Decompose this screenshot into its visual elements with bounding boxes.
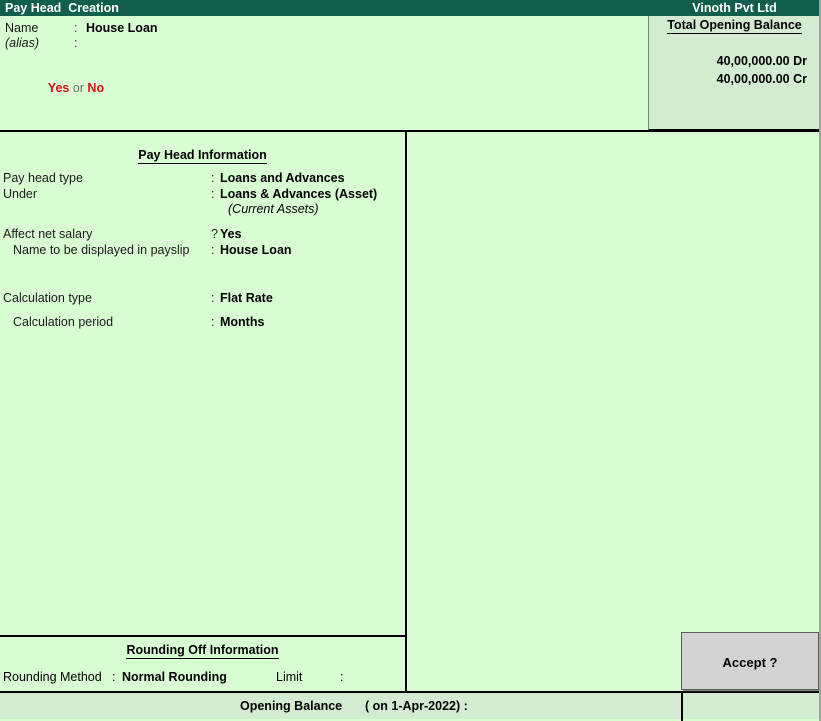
pay-head-type-value[interactable]: Loans and Advances <box>220 170 345 186</box>
payslip-name-label: Name to be displayed in payslip <box>13 243 190 257</box>
vertical-divider <box>405 132 407 692</box>
field-affect-net-salary[interactable]: Affect net salary ? Yes <box>0 226 405 242</box>
field-payslip-name[interactable]: Name to be displayed in payslip : House … <box>0 242 405 258</box>
title-bar: Pay Head Creation Vinoth Pvt Ltd <box>0 0 819 16</box>
name-label: Name <box>5 21 39 35</box>
rounding-divider <box>0 635 406 637</box>
under-subgroup-value: (Current Assets) <box>228 202 319 216</box>
affect-net-salary-value[interactable]: Yes <box>220 226 242 242</box>
calculation-type-separator: : <box>211 291 215 305</box>
payslip-name-separator: : <box>211 243 215 257</box>
calculation-period-value[interactable]: Months <box>220 314 264 330</box>
rounding-off-information-title: Rounding Off Information <box>0 643 405 659</box>
alias-label: (alias) <box>5 36 40 50</box>
total-opening-balance-title: Total Opening Balance <box>649 18 819 34</box>
payslip-name-value[interactable]: House Loan <box>220 242 292 258</box>
under-value[interactable]: Loans & Advances (Asset) <box>220 186 377 202</box>
header-divider <box>0 130 819 132</box>
field-calculation-type[interactable]: Calculation type : Flat Rate <box>0 290 405 306</box>
pay-head-information-title-text: Pay Head Information <box>138 148 267 164</box>
accept-dialog[interactable]: Accept ? <box>681 632 819 690</box>
total-opening-balance-credit: 40,00,000.00 Cr <box>716 72 807 86</box>
total-opening-balance-debit: 40,00,000.00 Dr <box>716 54 807 68</box>
field-calculation-period[interactable]: Calculation period : Months <box>0 314 405 330</box>
calculation-type-label: Calculation type <box>3 291 92 305</box>
affect-net-salary-label: Affect net salary <box>3 227 93 241</box>
tally-pay-head-creation-window: Pay Head Creation Vinoth Pvt Ltd Name : … <box>0 0 821 721</box>
pay-head-information-title: Pay Head Information <box>0 148 405 164</box>
rounding-method-label: Rounding Method <box>3 670 102 684</box>
field-under[interactable]: Under : Loans & Advances (Asset) <box>0 186 405 202</box>
field-under-subgroup: (Current Assets) <box>0 201 405 217</box>
accept-or-label: or <box>69 81 88 95</box>
calculation-type-value[interactable]: Flat Rate <box>220 290 273 306</box>
rounding-limit-separator: : <box>340 670 344 684</box>
name-input[interactable]: House Loan <box>86 21 158 35</box>
alias-separator: : <box>74 36 78 50</box>
accept-choices: Yes or No <box>0 67 138 109</box>
page-title: Pay Head Creation <box>5 1 119 15</box>
accept-no-button[interactable]: No <box>87 81 104 95</box>
rounding-limit-label: Limit <box>276 670 303 684</box>
opening-balance-date: ( on 1-Apr-2022) : <box>365 699 468 713</box>
accept-yes-button[interactable]: Yes <box>48 81 70 95</box>
under-separator: : <box>211 187 215 201</box>
rounding-method-value[interactable]: Normal Rounding <box>122 669 227 685</box>
calculation-period-separator: : <box>211 315 215 329</box>
total-opening-balance-title-text: Total Opening Balance <box>667 18 802 34</box>
affect-net-salary-separator: ? <box>211 227 218 241</box>
pay-head-type-separator: : <box>211 171 215 185</box>
opening-balance-label: Opening Balance <box>240 699 343 713</box>
name-separator: : <box>74 21 78 35</box>
rounding-method-separator: : <box>112 670 116 684</box>
status-bar-right-edge <box>681 693 683 721</box>
pay-head-type-label: Pay head type <box>3 171 83 185</box>
rounding-off-information-title-text: Rounding Off Information <box>126 643 279 659</box>
field-pay-head-type[interactable]: Pay head type : Loans and Advances <box>0 170 405 186</box>
total-opening-balance-panel: Total Opening Balance 40,00,000.00 Dr 40… <box>648 16 819 131</box>
field-rounding-method[interactable]: Rounding Method : Normal Rounding Limit … <box>0 669 405 685</box>
status-bar: Opening Balance ( on 1-Apr-2022) : <box>0 693 819 719</box>
company-name: Vinoth Pvt Ltd <box>692 1 777 15</box>
calculation-period-label: Calculation period <box>13 315 114 329</box>
accept-question: Accept ? <box>722 655 778 670</box>
under-label: Under <box>3 187 38 201</box>
